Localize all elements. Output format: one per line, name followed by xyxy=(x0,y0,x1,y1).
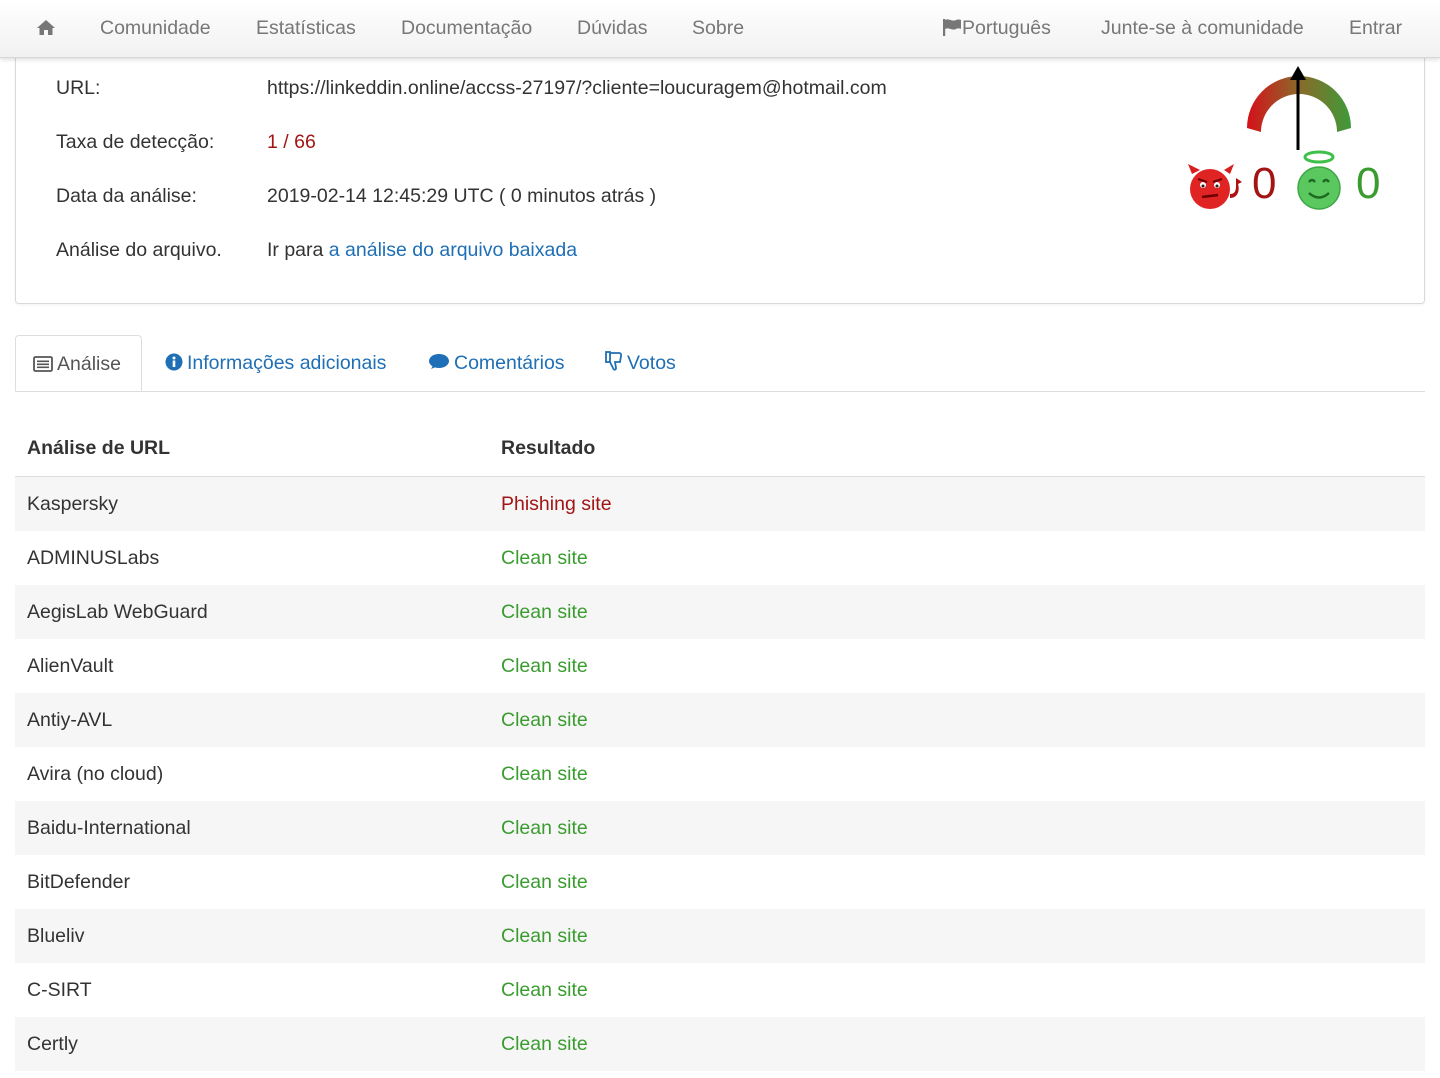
analysis-tabs: Análise Informações adicionais Comentári… xyxy=(15,335,1425,392)
header-result: Resultado xyxy=(501,437,596,459)
tab-comentarios-label: Comentários xyxy=(454,352,565,374)
header-engine: Análise de URL xyxy=(27,437,171,459)
table-row: ADMINUSLabs Clean site xyxy=(15,531,1425,585)
url-details-panel: URL: https://linkeddin.online/accss-2719… xyxy=(15,40,1425,304)
top-navbar: Comunidade Estatísticas Documentação Dúv… xyxy=(0,0,1440,58)
tab-votos[interactable]: Votos xyxy=(605,335,676,391)
engine-name: C-SIRT xyxy=(27,979,92,1001)
nav-documentacao[interactable]: Documentação xyxy=(401,0,532,57)
language-selector[interactable]: Português xyxy=(942,0,1051,57)
table-row: AegisLab WebGuard Clean site xyxy=(15,585,1425,639)
home-link[interactable] xyxy=(36,0,56,57)
file-analysis-text: Ir para a análise do arquivo baixada xyxy=(267,236,577,264)
home-icon xyxy=(37,20,55,35)
url-analysis-table: Análise de URL Resultado Kaspersky Phish… xyxy=(15,421,1425,1071)
engine-name: BitDefender xyxy=(27,871,130,893)
join-community-link[interactable]: Junte-se à comunidade xyxy=(1101,0,1304,57)
table-row: Avira (no cloud) Clean site xyxy=(15,747,1425,801)
engine-result: Clean site xyxy=(501,709,588,731)
engine-result: Clean site xyxy=(501,763,588,785)
file-analysis-link[interactable]: a análise do arquivo baixada xyxy=(329,239,577,261)
table-row: Blueliv Clean site xyxy=(15,909,1425,963)
table-header: Análise de URL Resultado xyxy=(15,421,1425,477)
table-row: Kaspersky Phishing site xyxy=(15,477,1425,531)
tab-votos-label: Votos xyxy=(627,352,676,374)
devil-face-icon xyxy=(1188,164,1242,209)
tab-informacoes-label: Informações adicionais xyxy=(187,352,387,374)
tab-comentarios[interactable]: Comentários xyxy=(428,335,565,391)
engine-name: Avira (no cloud) xyxy=(27,763,164,785)
engine-name: AegisLab WebGuard xyxy=(27,601,208,623)
engine-name: Blueliv xyxy=(27,925,85,947)
engine-name: Certly xyxy=(27,1033,78,1055)
nav-sobre[interactable]: Sobre xyxy=(692,0,744,57)
malicious-votes-count: 0 xyxy=(1252,159,1277,208)
login-link[interactable]: Entrar xyxy=(1349,0,1402,57)
engine-result: Clean site xyxy=(501,925,588,947)
table-row: AlienVault Clean site xyxy=(15,639,1425,693)
date-label: Data da análise: xyxy=(56,185,197,207)
engine-name: Kaspersky xyxy=(27,493,119,515)
engine-result: Clean site xyxy=(501,601,588,623)
flag-icon xyxy=(943,19,961,36)
table-row: BitDefender Clean site xyxy=(15,855,1425,909)
engine-name: Baidu-International xyxy=(27,817,191,839)
angel-face-icon xyxy=(1297,150,1341,210)
info-icon xyxy=(165,353,183,371)
engine-result: Clean site xyxy=(501,1033,588,1055)
detection-rate: 1 / 66 xyxy=(267,131,316,153)
nav-estatisticas[interactable]: Estatísticas xyxy=(256,0,356,57)
language-label: Português xyxy=(962,17,1051,39)
engine-name: ADMINUSLabs xyxy=(27,547,160,569)
table-row: Antiy-AVL Clean site xyxy=(15,693,1425,747)
table-row: C-SIRT Clean site xyxy=(15,963,1425,1017)
tab-analise-label: Análise xyxy=(57,353,121,375)
engine-result: Clean site xyxy=(501,817,588,839)
detection-label: Taxa de detecção: xyxy=(56,131,215,153)
url-label: URL: xyxy=(56,77,101,99)
tab-informacoes-adicionais[interactable]: Informações adicionais xyxy=(165,335,386,391)
comment-icon xyxy=(429,354,449,369)
engine-result: Clean site xyxy=(501,547,588,569)
nav-comunidade[interactable]: Comunidade xyxy=(100,0,211,57)
harmless-votes-count: 0 xyxy=(1356,159,1381,208)
table-row: Baidu-International Clean site xyxy=(15,801,1425,855)
file-analysis-label: Análise do arquivo. xyxy=(56,239,222,261)
engine-result: Clean site xyxy=(501,871,588,893)
list-icon xyxy=(33,356,53,372)
table-body: Kaspersky Phishing site ADMINUSLabs Clea… xyxy=(15,477,1425,1071)
detection-gauge xyxy=(1247,66,1351,150)
file-analysis-prefix: Ir para xyxy=(267,239,324,261)
tab-analise[interactable]: Análise xyxy=(15,335,142,391)
engine-result: Clean site xyxy=(501,979,588,1001)
engine-name: AlienVault xyxy=(27,655,114,677)
table-row: Certly Clean site xyxy=(15,1017,1425,1071)
thumbs-down-icon xyxy=(605,351,623,371)
nav-duvidas[interactable]: Dúvidas xyxy=(577,0,647,57)
url-value: https://linkeddin.online/accss-27197/?cl… xyxy=(267,77,887,99)
engine-result: Clean site xyxy=(501,655,588,677)
engine-result: Phishing site xyxy=(501,493,612,515)
analysis-date: 2019-02-14 12:45:29 UTC ( 0 minutos atrá… xyxy=(267,185,657,207)
engine-name: Antiy-AVL xyxy=(27,709,113,731)
